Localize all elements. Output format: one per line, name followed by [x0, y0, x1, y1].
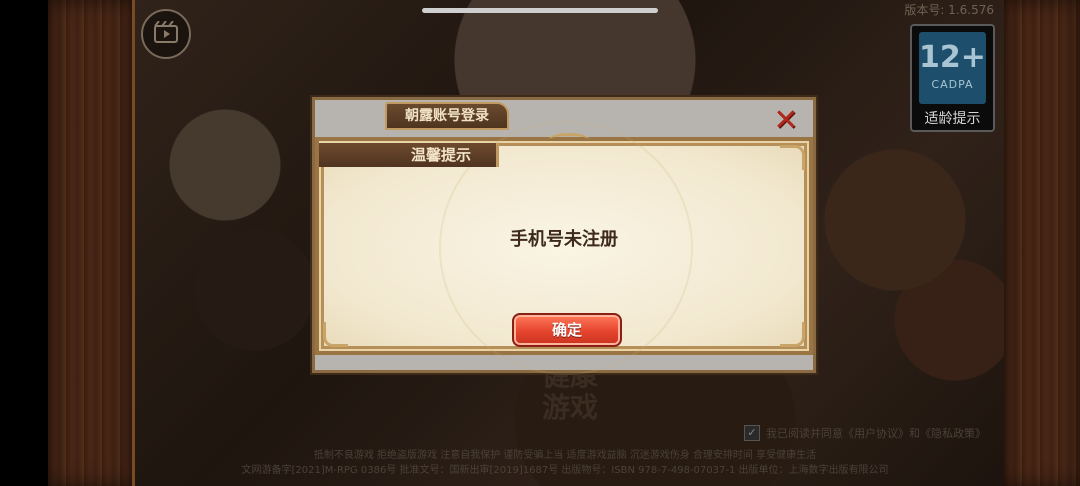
- agreement-text: 我已阅读并同意《用户协议》和《隐私政策》: [766, 427, 986, 440]
- age-rating-label: 适龄提示: [924, 111, 981, 127]
- close-button[interactable]: ✕: [771, 106, 801, 136]
- corner-ornament: [780, 322, 805, 347]
- dialog-title: 温馨提示: [319, 143, 499, 167]
- notice-dialog: 温馨提示 手机号未注册 确定: [315, 121, 813, 375]
- corner-ornament: [780, 145, 805, 170]
- wooden-frame-left: [48, 0, 135, 486]
- version-label: 版本号: 1.6.576: [904, 3, 994, 17]
- confirm-button[interactable]: 确定: [512, 313, 622, 347]
- dialog-ornament: [549, 133, 589, 146]
- agreement-row[interactable]: ✓ 我已阅读并同意《用户协议》和《隐私政策》: [744, 425, 986, 441]
- close-icon: ✕: [773, 103, 799, 138]
- age-rating-badge[interactable]: 12+ CADPA 适龄提示: [910, 24, 995, 132]
- dialog-message: 手机号未注册: [510, 229, 618, 250]
- wooden-frame-right: [1001, 0, 1080, 486]
- age-rating-org: CADPA: [931, 78, 974, 91]
- video-replay-button[interactable]: [141, 9, 191, 59]
- video-icon: [154, 20, 178, 47]
- license-info: 文网游备字[2021]M-RPG 0386号 批准文号：国新出审[2019]16…: [241, 465, 889, 476]
- health-notice: 抵制不良游戏 拒绝盗版游戏 注意自我保护 谨防受骗上当 适度游戏益脑 沉迷游戏伤…: [313, 450, 817, 461]
- age-rating-number: 12+: [919, 40, 986, 75]
- age-rating-panel: 12+ CADPA: [919, 32, 986, 104]
- corner-ornament: [323, 322, 348, 347]
- screen-edge-left: [0, 0, 48, 486]
- agreement-checkbox[interactable]: ✓: [744, 425, 760, 441]
- system-gesture-bar: [422, 8, 658, 13]
- login-panel-title: 朝露账号登录: [385, 102, 509, 130]
